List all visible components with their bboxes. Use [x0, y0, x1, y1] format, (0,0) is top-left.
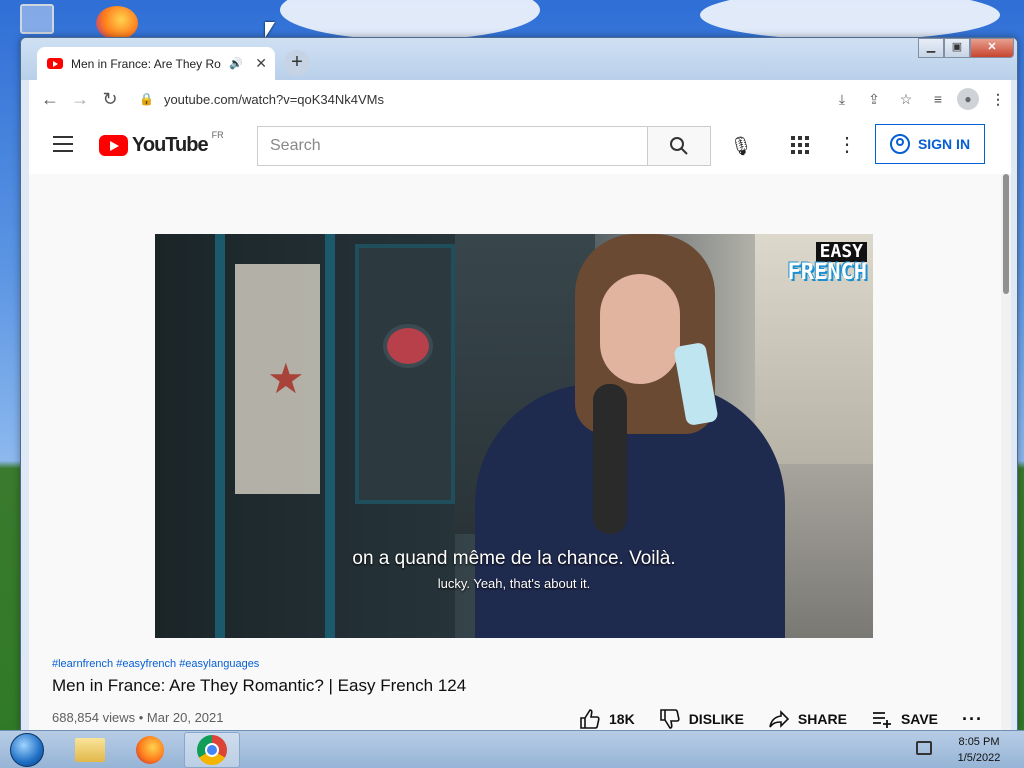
close-window-button[interactable]: ✕ — [970, 38, 1014, 58]
like-button[interactable]: 18K — [579, 708, 635, 730]
tab-close-icon[interactable]: ✕ — [255, 55, 267, 72]
save-button[interactable]: SAVE — [871, 708, 938, 730]
minimize-button[interactable]: ▁ — [918, 38, 944, 58]
thumbs-down-icon — [659, 709, 680, 729]
dislike-label: DISLIKE — [688, 711, 744, 727]
browser-tab[interactable]: Men in France: Are They Romantic? | Easy… — [37, 47, 275, 80]
share-arrow-icon — [769, 710, 790, 728]
video-player[interactable]: ★ EASY FRENCH on a quand même de la chan… — [155, 234, 873, 638]
firefox-desktop-icon[interactable] — [96, 6, 138, 40]
user-circle-icon — [889, 134, 910, 154]
chrome-icon — [197, 735, 227, 765]
share-button[interactable]: SHARE — [768, 708, 847, 730]
install-icon[interactable]: ⤓ — [829, 91, 855, 108]
network-tray-icon[interactable] — [916, 741, 932, 755]
taskbar-explorer[interactable] — [62, 732, 118, 768]
new-tab-button[interactable]: + — [284, 50, 310, 76]
video-person-face — [600, 274, 680, 384]
apps-grid-icon[interactable] — [791, 136, 809, 154]
page-scrollbar[interactable] — [1001, 174, 1011, 730]
youtube-page: YouTube FR Search 🎙 ⋮ SIGN IN ★ EASY FRE… — [29, 118, 1011, 730]
start-button[interactable] — [7, 731, 47, 768]
address-bar[interactable]: 🔒 youtube.com/watch?v=qoK34Nk4VMs — [139, 84, 799, 114]
scrollbar-thumb[interactable] — [1003, 174, 1009, 294]
recycle-bin-icon[interactable] — [20, 4, 54, 34]
video-actions: 18K DISLIKE SHARE SAVE ··· — [579, 708, 983, 730]
youtube-favicon-icon — [47, 58, 63, 69]
playlist-add-icon — [872, 712, 891, 728]
search-button[interactable] — [647, 126, 711, 166]
clock-date: 1/5/2022 — [957, 752, 1001, 764]
lock-icon: 🔒 — [139, 92, 154, 106]
video-hashtags[interactable]: #learnfrench #easyfrench #easylanguages — [52, 658, 259, 670]
video-microphone — [593, 384, 627, 534]
clock-time: 8:05 PM — [958, 736, 1000, 748]
sign-in-button[interactable]: SIGN IN — [875, 124, 985, 164]
media-control-icon[interactable]: ≡ — [925, 91, 951, 107]
guide-menu-icon[interactable] — [53, 136, 73, 152]
video-door-panel — [355, 244, 455, 504]
forward-arrow-icon[interactable]: → — [65, 84, 95, 114]
dislike-button[interactable]: DISLIKE — [659, 708, 744, 730]
toolbar-actions: ⤓ ⇪ ☆ ≡ ● ⋮ — [829, 80, 1011, 118]
watermark-french: FRENCH — [787, 260, 867, 285]
subtitle-english: lucky. Yeah, that's about it. — [437, 576, 591, 591]
easy-french-watermark: EASY FRENCH — [788, 242, 867, 284]
subtitle-french: on a quand même de la chance. Voilà. — [352, 548, 676, 569]
taskbar-firefox[interactable] — [122, 732, 178, 768]
youtube-header: YouTube FR Search 🎙 ⋮ SIGN IN — [29, 118, 1011, 174]
video-title: Men in France: Are They Romantic? | Easy… — [52, 676, 467, 695]
speaker-icon[interactable]: 🔊 — [229, 57, 243, 70]
desktop-cloud — [280, 0, 540, 40]
browser-menu-icon[interactable]: ⋮ — [985, 91, 1011, 108]
watermark-easy: EASY — [815, 242, 867, 262]
share-page-icon[interactable]: ⇪ — [861, 91, 887, 108]
share-label: SHARE — [797, 711, 847, 727]
desktop-cloud — [700, 0, 1000, 40]
settings-more-icon[interactable]: ⋮ — [837, 132, 857, 157]
mouse-cursor-icon — [265, 22, 275, 38]
search-icon — [670, 137, 688, 155]
microphone-icon[interactable]: 🎙 — [727, 132, 755, 160]
sign-in-label: SIGN IN — [917, 136, 971, 152]
reload-icon[interactable]: ↻ — [95, 84, 125, 114]
youtube-wordmark: YouTube — [132, 134, 209, 156]
youtube-logo[interactable]: YouTube FR — [99, 130, 224, 157]
like-count: 18K — [609, 711, 635, 727]
firefox-icon — [136, 736, 164, 764]
profile-avatar-icon[interactable]: ● — [957, 88, 979, 110]
bookmark-star-icon[interactable]: ☆ — [893, 91, 919, 108]
browser-titlebar: Men in France: Are They Romantic? | Easy… — [21, 38, 1017, 80]
video-round-sign — [383, 324, 433, 368]
video-views-date: 688,854 views • Mar 20, 2021 — [52, 710, 224, 725]
thumbs-up-icon — [580, 709, 600, 729]
browser-window: Men in France: Are They Romantic? | Easy… — [20, 37, 1018, 731]
window-controls: ▁ ▣ ✕ — [918, 38, 1014, 58]
windows-taskbar: 8:05 PM 1/5/2022 — [0, 730, 1024, 768]
windows-orb-icon — [10, 733, 44, 767]
maximize-button[interactable]: ▣ — [944, 38, 970, 58]
taskbar-chrome[interactable] — [184, 732, 240, 768]
taskbar-clock[interactable]: 8:05 PM 1/5/2022 — [944, 734, 1014, 766]
save-label: SAVE — [900, 711, 939, 727]
folder-icon — [75, 738, 105, 762]
country-code: FR — [211, 130, 224, 140]
tab-title: Men in France: Are They Romantic? | Easy… — [71, 56, 221, 71]
browser-toolbar: ← → ↻ 🔒 youtube.com/watch?v=qoK34Nk4VMs … — [29, 80, 1011, 118]
youtube-play-icon — [99, 135, 128, 156]
search-input[interactable]: Search — [257, 126, 648, 166]
back-arrow-icon[interactable]: ← — [35, 84, 65, 114]
video-wall-star: ★ — [267, 355, 305, 402]
address-url[interactable]: youtube.com/watch?v=qoK34Nk4VMs — [164, 92, 384, 107]
video-subtitles: on a quand même de la chance. Voilà. luc… — [155, 548, 873, 591]
more-actions-icon[interactable]: ··· — [962, 709, 983, 730]
